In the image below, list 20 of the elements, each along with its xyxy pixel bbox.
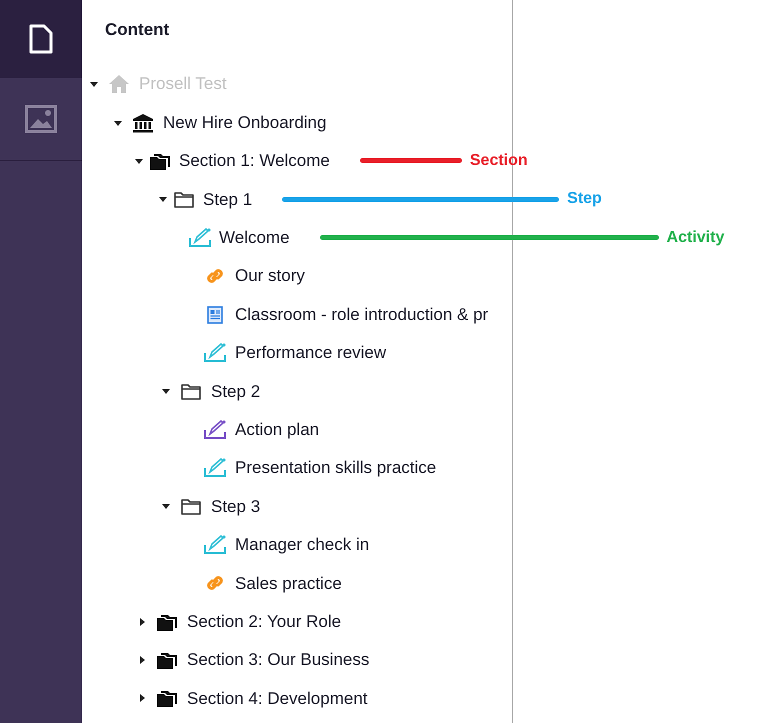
annotation-label: Step — [567, 189, 602, 210]
pen-signature-icon — [204, 534, 226, 555]
image-icon — [25, 105, 57, 133]
folder-icon — [180, 496, 202, 516]
pen-signature-icon — [204, 342, 226, 363]
document-icon — [28, 24, 54, 54]
pen-signature-icon — [204, 458, 226, 478]
bank-building-icon — [132, 112, 154, 133]
document-icon — [204, 304, 226, 325]
pen-signature-icon — [189, 228, 211, 248]
folder-icon — [173, 189, 195, 210]
folder-icon — [180, 381, 202, 402]
sidebar-item[interactable] — [0, 0, 82, 78]
annotation-label: Section — [470, 150, 528, 171]
house-icon — [108, 74, 130, 94]
pen-signature-icon — [204, 420, 226, 440]
folder-icon — [156, 650, 178, 670]
panel-title: Content — [105, 20, 170, 39]
annotation-label: Activity — [666, 228, 724, 248]
folder-icon — [156, 688, 178, 708]
